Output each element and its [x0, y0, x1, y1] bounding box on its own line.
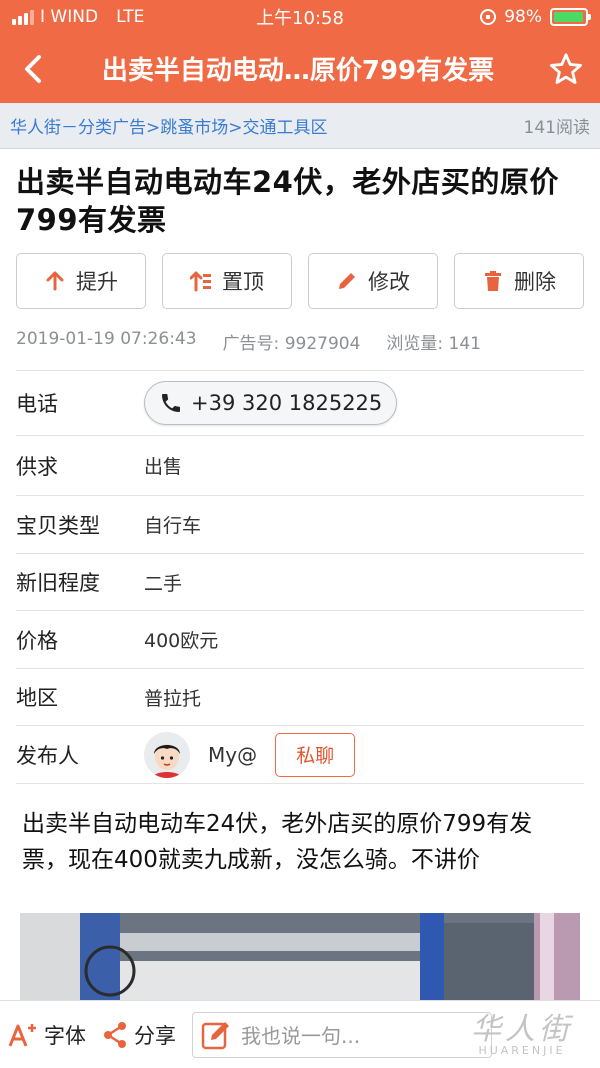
- edit-button[interactable]: 修改: [308, 253, 438, 309]
- edit-note-icon: [201, 1021, 229, 1049]
- edit-label: 修改: [368, 270, 410, 294]
- status-time: 上午10:58: [256, 8, 344, 29]
- category-value: 自行车: [144, 515, 202, 537]
- post-meta: 2019-01-19 07:26:43 广告号: 9927904 浏览量: 14…: [16, 309, 584, 370]
- trash-icon: [485, 271, 501, 291]
- post-description: 出卖半自动电动车24伏，老外店买的原价799有发票，现在400就卖九成新，没怎么…: [22, 811, 533, 873]
- top-bar: I WIND LTE 上午10:58 98% 出卖半自动电动…原价799有发票: [0, 0, 600, 103]
- phone-number: +39 320 1825225: [191, 391, 383, 415]
- watermark-main: 华人街: [471, 1012, 573, 1047]
- pencil-icon: [339, 273, 355, 289]
- comment-placeholder: 我也说一句...: [241, 1024, 361, 1048]
- post-title: 出卖半自动电动车24伏，老外店买的原价799有发票: [16, 165, 559, 237]
- condition-label: 新旧程度: [16, 571, 100, 595]
- supply-row: 供求 出售: [16, 436, 584, 496]
- font-size-button[interactable]: 字体: [8, 1020, 86, 1050]
- supply-label: 供求: [16, 454, 58, 479]
- delete-label: 删除: [514, 270, 556, 294]
- avatar[interactable]: [144, 731, 190, 778]
- font-size-label: 字体: [44, 1023, 86, 1048]
- post-date: 2019-01-19 07:26:43: [16, 329, 197, 349]
- area-value: 普拉托: [144, 687, 202, 710]
- delete-button[interactable]: 删除: [454, 253, 584, 309]
- back-button[interactable]: [16, 49, 50, 89]
- boost-button[interactable]: 提升: [16, 253, 146, 309]
- share-button[interactable]: 分享: [102, 1020, 176, 1050]
- chevron-left-icon: [25, 54, 41, 83]
- bike-photo-image: [20, 913, 580, 1003]
- category-row: 宝贝类型 自行车: [16, 496, 584, 554]
- user-avatar-icon: [144, 731, 190, 778]
- nav-bar: 出卖半自动电动…原价799有发票: [0, 34, 600, 103]
- action-buttons: 提升 置顶 修改 删除: [16, 253, 584, 309]
- nav-title: 出卖半自动电动…原价799有发票: [101, 56, 495, 86]
- publisher-row: 发布人 My@ 私聊: [16, 726, 584, 784]
- boost-label: 提升: [76, 270, 118, 294]
- pin-top-button[interactable]: 置顶: [162, 253, 292, 309]
- site-watermark: 华人街 HUARENJIE: [452, 1004, 592, 1064]
- price-value: 400欧元: [144, 630, 219, 652]
- ad-number: 广告号: 9927904: [222, 334, 361, 354]
- pin-top-icon: [190, 271, 211, 292]
- share-label: 分享: [134, 1023, 176, 1048]
- font-size-icon: [8, 1023, 36, 1047]
- price-row: 价格 400欧元: [16, 611, 584, 669]
- area-row: 地区 普拉托: [16, 669, 584, 726]
- pin-top-label: 置顶: [222, 270, 264, 294]
- favorite-button[interactable]: [546, 49, 586, 89]
- star-outline-icon: [550, 52, 582, 84]
- publisher-label: 发布人: [16, 743, 79, 768]
- breadcrumb[interactable]: 华人街－分类广告>跳蚤市场>交通工具区: [10, 113, 328, 138]
- supply-value: 出售: [144, 456, 183, 478]
- phone-call-button[interactable]: +39 320 1825225: [144, 381, 398, 425]
- detail-table: 电话 +39 320 1825225 供求 出售 宝贝类型 自行车 新旧程度 二…: [16, 370, 584, 784]
- phone-row: 电话 +39 320 1825225: [16, 371, 584, 436]
- share-icon: [104, 1021, 126, 1048]
- condition-row: 新旧程度 二手: [16, 554, 584, 611]
- phone-label: 电话: [16, 392, 58, 416]
- arrow-up-icon: [46, 271, 64, 291]
- read-count: 141阅读: [523, 118, 590, 138]
- publisher-name[interactable]: My@: [208, 743, 257, 767]
- breadcrumb-bar: 华人街－分类广告>跳蚤市场>交通工具区 141阅读: [0, 103, 600, 149]
- post-photo[interactable]: [20, 913, 580, 1003]
- private-chat-button[interactable]: 私聊: [275, 732, 356, 777]
- area-label: 地区: [16, 686, 58, 710]
- phone-icon: [162, 394, 180, 412]
- view-count: 浏览量: 141: [386, 334, 481, 354]
- category-label: 宝贝类型: [16, 513, 100, 538]
- battery-icon: [550, 8, 591, 26]
- status-bar: I WIND LTE 上午10:58 98%: [0, 0, 600, 34]
- price-label: 价格: [16, 628, 58, 653]
- comment-input[interactable]: 我也说一句...: [192, 1011, 492, 1058]
- condition-value: 二手: [144, 572, 183, 595]
